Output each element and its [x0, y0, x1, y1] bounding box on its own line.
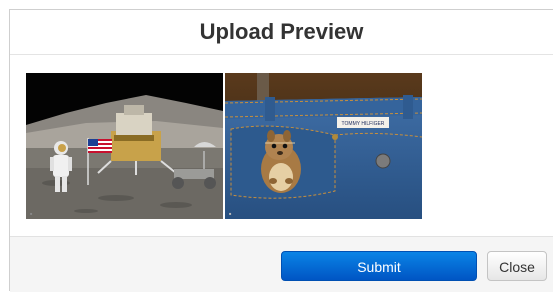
brand-label: TOMMY HILFIGER — [342, 121, 385, 127]
modal-body: ■ TOMMY HILFIGER ■ — [10, 55, 553, 245]
close-button[interactable]: Close — [487, 251, 547, 281]
squirrel-jeans-image: TOMMY HILFIGER ■ — [225, 73, 422, 219]
submit-button[interactable]: Submit — [281, 251, 477, 281]
modal-header: Upload Preview — [10, 10, 553, 55]
modal-title: Upload Preview — [199, 19, 364, 44]
modal-footer: Submit Close — [10, 236, 553, 292]
upload-preview-modal: Upload Preview ■ TOMMY HILFIGER ■ Submit… — [9, 9, 553, 292]
moon-landing-image: ■ — [26, 73, 223, 219]
